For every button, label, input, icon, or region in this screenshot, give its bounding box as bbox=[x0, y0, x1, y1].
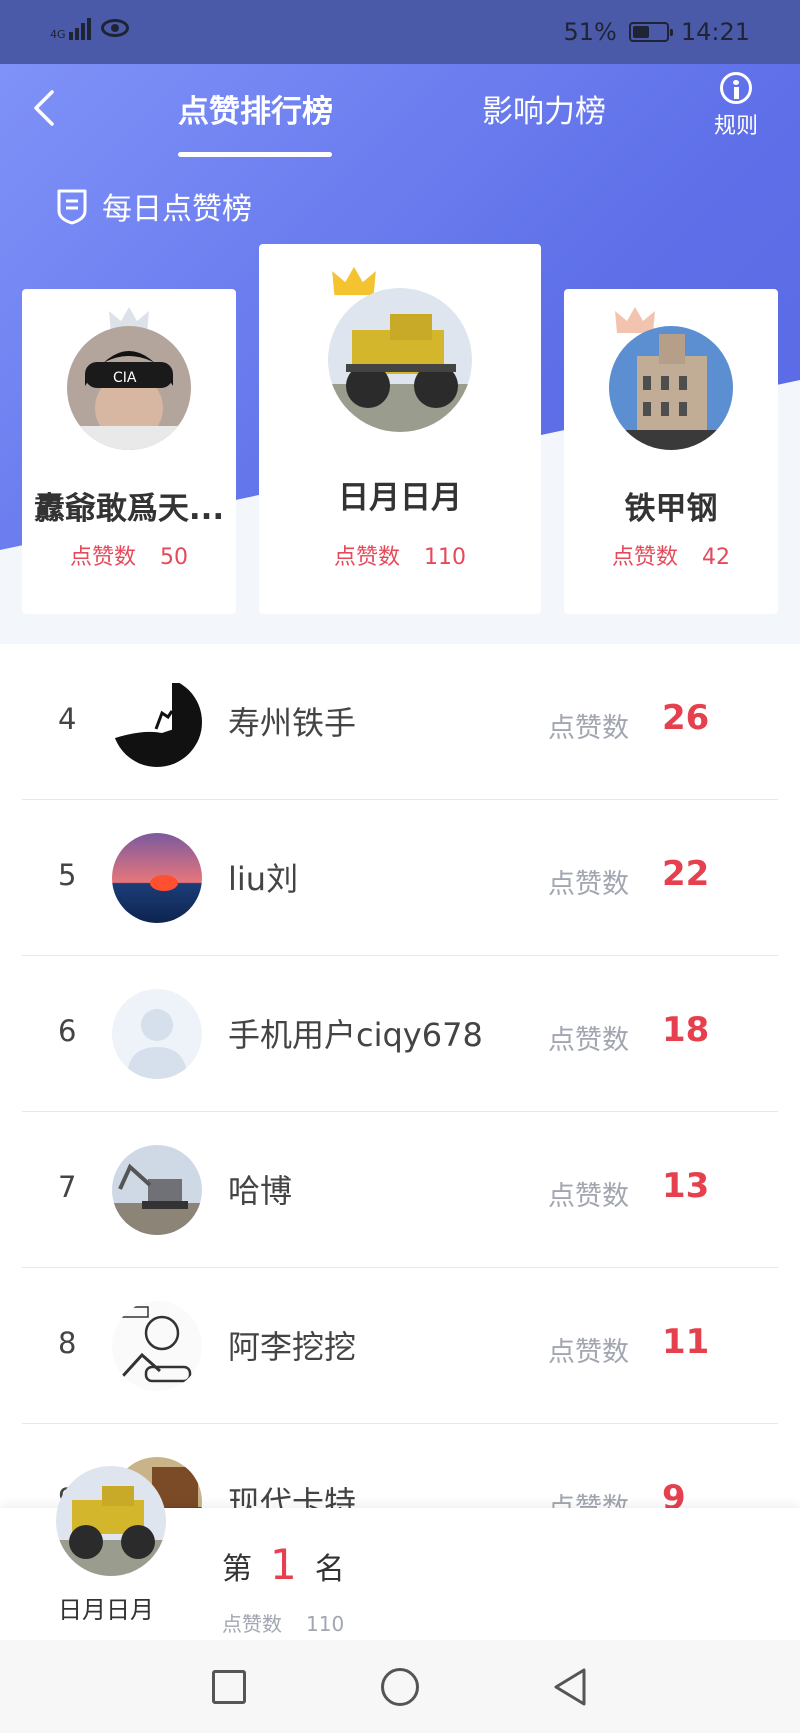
my-rank: 第 1 名 bbox=[222, 1540, 345, 1589]
info-icon bbox=[720, 72, 752, 104]
avatar bbox=[112, 677, 202, 767]
back-icon[interactable] bbox=[30, 88, 60, 128]
podium-name: 纛爺敢爲天... bbox=[33, 491, 225, 527]
podium-name: 日月日月 bbox=[338, 480, 462, 516]
likes-label: 点赞数 bbox=[548, 1486, 629, 1508]
status-bar: 4G 51% 14:21 bbox=[0, 0, 800, 64]
list-item[interactable]: 5 liu刘 点赞数 22 bbox=[22, 800, 778, 956]
my-rank-bar[interactable]: 日月日月 第 1 名 点赞数 110 bbox=[0, 1466, 800, 1640]
list-item[interactable]: 7 哈博 点赞数 13 bbox=[22, 1112, 778, 1268]
likes-label: 点赞数 bbox=[548, 1025, 629, 1056]
system-nav-bar bbox=[0, 1640, 800, 1733]
likes-label: 点赞数 bbox=[548, 1181, 629, 1212]
avatar bbox=[112, 989, 202, 1079]
likes-label: 点赞数 bbox=[548, 869, 629, 900]
podium-card-third[interactable]: 铁甲钢 点赞数 42 bbox=[564, 289, 778, 614]
eye-icon bbox=[100, 19, 129, 37]
podium-name: 铁甲钢 bbox=[624, 491, 718, 527]
likes-label: 点赞数 bbox=[548, 713, 629, 744]
user-name: liu刘 bbox=[228, 860, 299, 898]
rank-number: 6 bbox=[58, 1014, 77, 1048]
shield-icon bbox=[57, 189, 87, 225]
section-title: 每日点赞榜 bbox=[56, 184, 252, 228]
podium-card-first[interactable]: 日月日月 点赞数 110 bbox=[259, 244, 541, 614]
podium-likes: 点赞数 50 bbox=[69, 545, 188, 570]
ranking-list[interactable]: 4 寿州铁手 点赞数 26 5 liu刘 点赞数 22 6 手机用户ciqy67… bbox=[0, 644, 800, 1508]
tab-influence-ranking[interactable]: 影响力榜 bbox=[482, 86, 606, 131]
user-name: 阿李挖挖 bbox=[228, 1328, 357, 1366]
my-likes: 点赞数 110 bbox=[222, 1612, 345, 1636]
battery-percent: 51% bbox=[563, 18, 617, 46]
rules-button[interactable]: 规则 bbox=[706, 72, 766, 140]
network-icon: 4G bbox=[50, 16, 91, 40]
rank-number: 7 bbox=[58, 1170, 77, 1204]
my-rank-number: 1 bbox=[270, 1540, 297, 1589]
list-item[interactable]: 6 手机用户ciqy678 点赞数 18 bbox=[22, 956, 778, 1112]
clock: 14:21 bbox=[680, 18, 750, 46]
podium-card-second[interactable]: CIA 纛爺敢爲天... 点赞数 50 bbox=[22, 289, 236, 614]
user-name: 哈博 bbox=[228, 1172, 293, 1210]
list-item[interactable]: 4 寿州铁手 点赞数 26 bbox=[22, 644, 778, 800]
section-title-label: 每日点赞榜 bbox=[102, 192, 252, 227]
likes-count: 22 bbox=[662, 854, 710, 894]
likes-count: 26 bbox=[662, 698, 710, 738]
avatar bbox=[328, 288, 472, 432]
rank-number: 5 bbox=[58, 858, 77, 892]
rank-number: 8 bbox=[58, 1326, 77, 1360]
rank-number: 4 bbox=[58, 702, 77, 736]
avatar bbox=[112, 833, 202, 923]
recent-apps-icon[interactable] bbox=[212, 1670, 246, 1704]
user-name: 现代卡特 bbox=[228, 1484, 357, 1508]
signal-icon bbox=[68, 16, 91, 40]
active-tab-indicator bbox=[178, 152, 332, 157]
user-name: 寿州铁手 bbox=[228, 704, 357, 742]
avatar bbox=[112, 1145, 202, 1235]
user-name: 手机用户ciqy678 bbox=[228, 1016, 483, 1054]
likes-count: 9 bbox=[662, 1478, 686, 1508]
tab-like-ranking[interactable]: 点赞排行榜 bbox=[178, 86, 333, 131]
podium-likes: 点赞数 110 bbox=[333, 545, 466, 570]
likes-count: 11 bbox=[662, 1322, 710, 1362]
avatar bbox=[112, 1301, 202, 1391]
likes-label: 点赞数 bbox=[548, 1337, 629, 1368]
avatar bbox=[609, 326, 733, 450]
avatar: CIA bbox=[67, 326, 191, 450]
likes-count: 13 bbox=[662, 1166, 710, 1206]
podium-likes: 点赞数 42 bbox=[611, 545, 730, 570]
rules-label: 规则 bbox=[713, 114, 758, 139]
my-avatar bbox=[56, 1466, 166, 1576]
my-name: 日月日月 bbox=[58, 1596, 154, 1624]
list-item[interactable]: 8 阿李挖挖 点赞数 11 bbox=[22, 1268, 778, 1424]
likes-count: 18 bbox=[662, 1010, 710, 1050]
svg-text:CIA: CIA bbox=[113, 370, 137, 386]
home-icon[interactable] bbox=[381, 1668, 419, 1706]
battery-icon bbox=[628, 22, 673, 42]
back-nav-icon[interactable] bbox=[550, 1666, 590, 1708]
